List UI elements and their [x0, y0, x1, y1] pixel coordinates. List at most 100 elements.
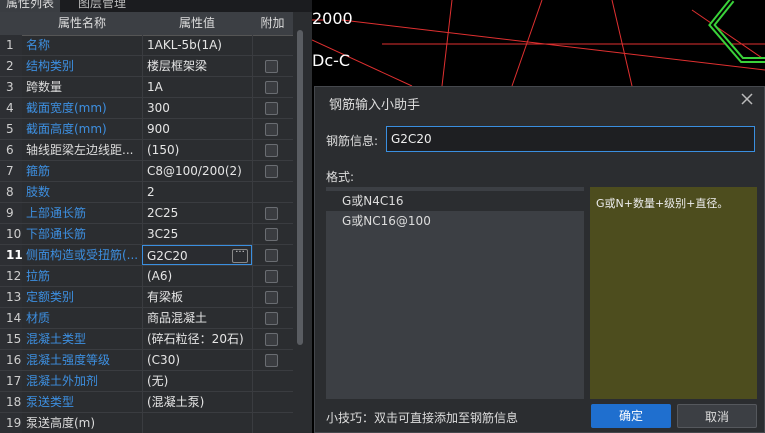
property-value[interactable]: (A6): [142, 266, 252, 286]
row-number: 17: [0, 371, 22, 391]
table-row[interactable]: 8 肢数 2: [0, 182, 293, 203]
panel-tabs: 属性列表 图层管理: [0, 0, 312, 14]
property-value-text: (混凝土泵): [147, 395, 205, 409]
property-name: 定额类别: [26, 290, 75, 304]
dialog-title: 钢筋输入小助手: [329, 98, 421, 113]
extra-checkbox[interactable]: [265, 249, 278, 262]
property-name: 混凝土类型: [26, 332, 87, 346]
property-value[interactable]: 2: [142, 182, 252, 202]
table-row[interactable]: 17 混凝土外加剂 (无): [0, 371, 293, 392]
table-row[interactable]: 5 截面高度(mm) 900: [0, 119, 293, 140]
extra-checkbox[interactable]: [265, 207, 278, 220]
row-number: 16: [0, 350, 22, 370]
table-row[interactable]: 11 侧面构造或受扭筋(... G2C20 ···: [0, 245, 293, 266]
format-list: G或N4C16 G或NC16@100: [326, 187, 584, 399]
property-value[interactable]: 2C25: [142, 203, 252, 223]
table-row[interactable]: 6 轴线距梁左边线距... (150): [0, 140, 293, 161]
extra-cell: [252, 161, 293, 181]
property-value[interactable]: 有梁板: [142, 287, 252, 307]
extra-cell: [252, 203, 293, 223]
ok-button[interactable]: 确定: [591, 404, 671, 428]
table-row[interactable]: 1 名称 1AKL-5b(1A): [0, 35, 293, 56]
extra-checkbox[interactable]: [265, 144, 278, 157]
property-value-text: G2C20: [147, 249, 188, 263]
row-number: 8: [0, 182, 22, 202]
property-value[interactable]: 1A: [142, 77, 252, 97]
extra-checkbox[interactable]: [265, 333, 278, 346]
extra-cell: [252, 56, 293, 76]
table-row[interactable]: 10 下部通长筋 3C25: [0, 224, 293, 245]
property-value[interactable]: 3C25: [142, 224, 252, 244]
scrollbar-thumb[interactable]: [297, 30, 303, 345]
extra-checkbox[interactable]: [265, 81, 278, 94]
property-value[interactable]: (无): [142, 371, 252, 391]
rebar-info-input[interactable]: G2C20: [386, 126, 755, 152]
table-row[interactable]: 9 上部通长筋 2C25: [0, 203, 293, 224]
property-name: 下部通长筋: [26, 227, 87, 241]
extra-checkbox[interactable]: [265, 312, 278, 325]
table-row[interactable]: 4 截面宽度(mm) 300: [0, 98, 293, 119]
table-row[interactable]: 3 跨数量 1A: [0, 77, 293, 98]
row-number: 6: [0, 140, 22, 160]
table-row[interactable]: 13 定额类别 有梁板: [0, 287, 293, 308]
property-name: 跨数量: [26, 80, 63, 94]
property-panel: 属性列表 图层管理 属性名称 属性值 附加 1 名称 1AKL-5b(1A) 2 结构类…: [0, 0, 312, 433]
property-value[interactable]: 300: [142, 98, 252, 118]
table-row[interactable]: 2 结构类别 楼层框架梁: [0, 56, 293, 77]
close-icon[interactable]: [740, 92, 754, 106]
tab-layer-management[interactable]: 图层管理: [72, 0, 132, 12]
extra-checkbox[interactable]: [265, 60, 278, 73]
property-value[interactable]: 900: [142, 119, 252, 139]
property-value[interactable]: (碎石粒径：20石): [142, 329, 252, 349]
rebar-info-label: 钢筋信息:: [326, 134, 379, 148]
property-value[interactable]: C8@100/200(2): [142, 161, 252, 181]
property-name: 拉筋: [26, 269, 51, 283]
table-row[interactable]: 15 混凝土类型 (碎石粒径：20石): [0, 329, 293, 350]
extra-cell: [252, 224, 293, 244]
table-row[interactable]: 19 泵送高度(m): [0, 413, 293, 433]
format-label: 格式:: [326, 170, 355, 184]
table-row[interactable]: 7 箍筋 C8@100/200(2): [0, 161, 293, 182]
property-value[interactable]: G2C20 ···: [142, 245, 252, 265]
property-name: 泵送高度(m): [26, 416, 96, 430]
table-row[interactable]: 16 混凝土强度等级 (C30): [0, 350, 293, 371]
row-number: 19: [0, 413, 22, 433]
cancel-button[interactable]: 取消: [677, 404, 757, 428]
property-name: 混凝土外加剂: [26, 374, 99, 388]
row-number: 9: [0, 203, 22, 223]
property-value-text: 有梁板: [147, 290, 184, 304]
row-number: 14: [0, 308, 22, 328]
extra-checkbox[interactable]: [265, 270, 278, 283]
format-item[interactable]: G或N4C16: [326, 191, 584, 211]
property-name: 侧面构造或受扭筋(...: [26, 248, 139, 262]
table-row[interactable]: 18 泵送类型 (混凝土泵): [0, 392, 293, 413]
table-header: 属性名称 属性值 附加: [0, 12, 293, 36]
property-value[interactable]: (C30): [142, 350, 252, 370]
row-number: 11: [0, 245, 23, 265]
property-value[interactable]: [142, 413, 252, 433]
property-value-text: 3C25: [147, 227, 179, 241]
property-name: 结构类别: [26, 59, 75, 73]
extra-cell: [252, 35, 293, 55]
property-value[interactable]: 商品混凝土: [142, 308, 252, 328]
format-item[interactable]: G或NC16@100: [326, 211, 584, 231]
property-value[interactable]: 楼层框架梁: [142, 56, 252, 76]
extra-cell: [252, 140, 293, 160]
property-value-text: (C30): [147, 353, 181, 367]
property-value[interactable]: (150): [142, 140, 252, 160]
extra-checkbox[interactable]: [265, 228, 278, 241]
property-value-text: C8@100/200(2): [147, 164, 242, 178]
ellipsis-icon[interactable]: ···: [232, 248, 248, 263]
extra-checkbox[interactable]: [265, 354, 278, 367]
extra-checkbox[interactable]: [265, 291, 278, 304]
property-value[interactable]: 1AKL-5b(1A): [142, 35, 252, 55]
format-description: G或N+数量+级别+直径。: [590, 187, 757, 399]
property-value-text: (无): [147, 374, 169, 388]
extra-checkbox[interactable]: [265, 165, 278, 178]
property-value-text: (A6): [147, 269, 173, 283]
property-value[interactable]: (混凝土泵): [142, 392, 252, 412]
extra-checkbox[interactable]: [265, 102, 278, 115]
extra-checkbox[interactable]: [265, 123, 278, 136]
table-row[interactable]: 14 材质 商品混凝土: [0, 308, 293, 329]
table-row[interactable]: 12 拉筋 (A6): [0, 266, 293, 287]
